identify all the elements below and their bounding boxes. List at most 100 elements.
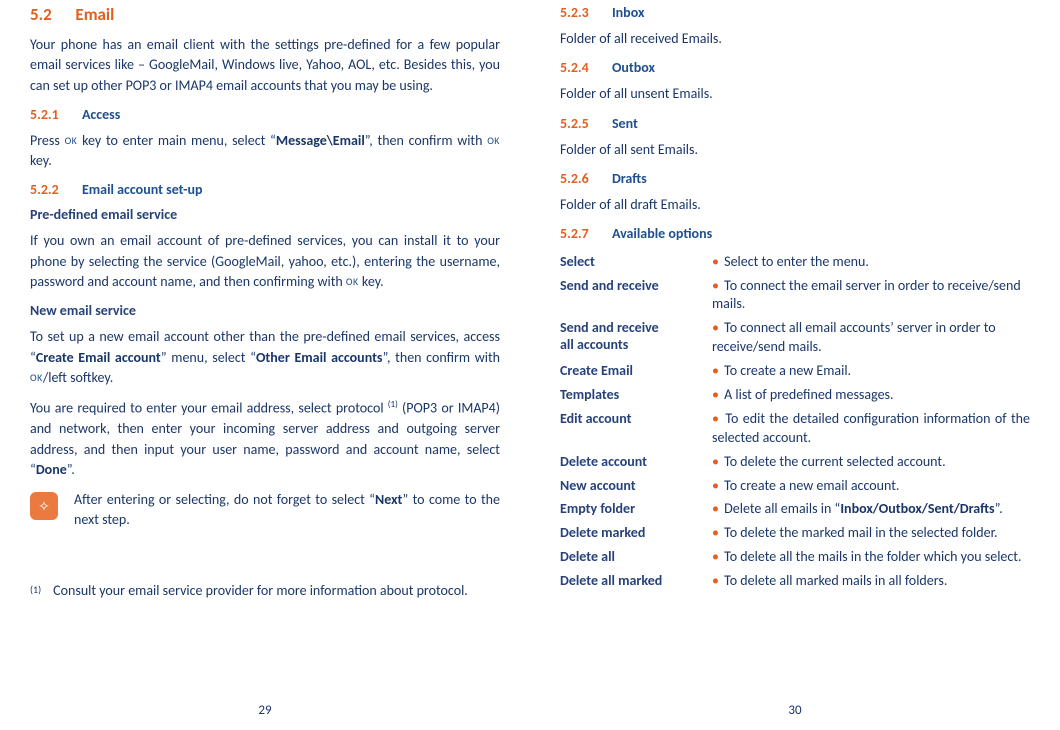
- ok-icon: OK: [487, 134, 500, 149]
- footnote: (1) Consult your email service provider …: [30, 581, 500, 601]
- text-part: To create a new Email.: [724, 362, 851, 379]
- bullet-icon: •: [712, 524, 719, 541]
- folders-bold: Inbox/Outbox/Sent/Drafts: [840, 500, 994, 517]
- option-desc: • A list of predefined messages.: [712, 384, 1030, 408]
- option-label: Select: [560, 250, 712, 274]
- outbox-desc: Folder of all unsent Emails.: [560, 84, 1030, 104]
- intro-paragraph: Your phone has an email client with the …: [30, 35, 500, 96]
- option-desc: • To create a new email account.: [712, 474, 1030, 498]
- subheading-5-2-2: 5.2.2 Email account set-up: [30, 181, 500, 198]
- subheading-5-2-3: 5.2.3 Inbox: [560, 4, 1030, 21]
- bullet-icon: •: [712, 319, 719, 336]
- page-left: 5.2 Email Your phone has an email client…: [0, 0, 530, 730]
- footnote-text: Consult your email service provider for …: [53, 581, 468, 601]
- bullet-icon: •: [712, 572, 719, 589]
- new-service-p2: You are required to enter your email add…: [30, 398, 500, 480]
- page-number-right: 30: [530, 703, 1060, 718]
- option-label: Edit account: [560, 407, 712, 450]
- text-part: To create a new email account.: [724, 477, 899, 494]
- table-row: Empty folder • Delete all emails in “Inb…: [560, 498, 1030, 522]
- option-label: New account: [560, 474, 712, 498]
- sub-title: Available options: [612, 225, 712, 242]
- text-part: If you own an email account of pre-defin…: [30, 232, 500, 290]
- bullet-icon: •: [712, 362, 719, 379]
- table-row: Select • Select to enter the menu.: [560, 250, 1030, 274]
- option-label: Send and receive: [560, 274, 712, 317]
- option-desc: • To connect all email accounts’ server …: [712, 317, 1030, 360]
- table-row: Templates • A list of predefined message…: [560, 384, 1030, 408]
- table-row: Send and receive • To connect the email …: [560, 274, 1030, 317]
- option-desc: • Select to enter the menu.: [712, 250, 1030, 274]
- text-part: Press: [30, 132, 65, 149]
- sub-num: 5.2.3: [560, 4, 589, 21]
- options-table: Select • Select to enter the menu. Send …: [560, 250, 1030, 593]
- lightbulb-icon: ✧: [38, 498, 50, 515]
- next-label: Next: [375, 491, 402, 508]
- section-num: 5.2: [30, 4, 52, 25]
- text-part: all accounts: [560, 336, 628, 353]
- page-right: 5.2.3 Inbox Folder of all received Email…: [530, 0, 1060, 730]
- option-desc: • To delete the current selected account…: [712, 450, 1030, 474]
- bullet-icon: •: [712, 500, 719, 517]
- text-part: To connect the email server in order to …: [712, 277, 1021, 313]
- subheading-5-2-1: 5.2.1 Access: [30, 106, 500, 123]
- bullet-icon: •: [712, 548, 719, 565]
- section-title: Email: [75, 4, 114, 25]
- option-desc: • Delete all emails in “Inbox/Outbox/Sen…: [712, 498, 1030, 522]
- sent-desc: Folder of all sent Emails.: [560, 140, 1030, 160]
- table-row: Delete all marked • To delete all marked…: [560, 570, 1030, 594]
- text-part: Select to enter the menu.: [724, 253, 869, 270]
- sub-num: 5.2.4: [560, 59, 589, 76]
- sub-title: Email account set-up: [82, 181, 203, 198]
- sub-title: Sent: [612, 115, 638, 132]
- bullet-icon: •: [712, 253, 719, 270]
- text-part: key.: [362, 273, 384, 290]
- option-label: Delete all marked: [560, 570, 712, 594]
- new-service-p1: To set up a new email account other than…: [30, 327, 500, 388]
- table-row: Send and receive all accounts • To conne…: [560, 317, 1030, 360]
- text-part: key.: [30, 152, 52, 169]
- tip-icon: ✧: [30, 492, 58, 520]
- option-desc: • To delete all the mails in the folder …: [712, 546, 1030, 570]
- table-row: New account • To create a new email acco…: [560, 474, 1030, 498]
- table-row: Create Email • To create a new Email.: [560, 360, 1030, 384]
- new-service-label: New email service: [30, 302, 500, 319]
- note-text: After entering or selecting, do not forg…: [74, 490, 500, 531]
- option-desc: • To edit the detailed configuration inf…: [712, 407, 1030, 450]
- subheading-5-2-6: 5.2.6 Drafts: [560, 170, 1030, 187]
- sub-title: Drafts: [612, 170, 647, 187]
- drafts-desc: Folder of all draft Emails.: [560, 195, 1030, 215]
- option-label: Templates: [560, 384, 712, 408]
- done-label: Done: [36, 461, 67, 478]
- option-desc: • To create a new Email.: [712, 360, 1030, 384]
- bullet-icon: •: [712, 277, 719, 294]
- table-row: Delete marked • To delete the marked mai…: [560, 522, 1030, 546]
- text-part: After entering or selecting, do not forg…: [74, 491, 375, 508]
- ok-icon: OK: [30, 371, 43, 386]
- text-part: ”, then confirm with: [383, 349, 500, 366]
- text-part: Delete all emails in “: [724, 500, 840, 517]
- predefined-paragraph: If you own an email account of pre-defin…: [30, 231, 500, 292]
- table-row: Delete account • To delete the current s…: [560, 450, 1030, 474]
- subheading-5-2-5: 5.2.5 Sent: [560, 115, 1030, 132]
- pages-container: 5.2 Email Your phone has an email client…: [0, 0, 1060, 730]
- table-row: Delete all • To delete all the mails in …: [560, 546, 1030, 570]
- text-part: /left softkey.: [43, 369, 113, 386]
- option-label: Empty folder: [560, 498, 712, 522]
- option-label: Delete all: [560, 546, 712, 570]
- option-desc: • To delete the marked mail in the selec…: [712, 522, 1030, 546]
- bullet-icon: •: [712, 410, 719, 427]
- table-row: Edit account • To edit the detailed conf…: [560, 407, 1030, 450]
- text-part: ” menu, select “: [161, 349, 256, 366]
- bullet-icon: •: [712, 477, 719, 494]
- predefined-label: Pre-defined email service: [30, 206, 500, 223]
- text-part: To delete the marked mail in the selecte…: [724, 524, 997, 541]
- ok-icon: OK: [65, 134, 78, 149]
- text-part: ”, then confirm with: [365, 132, 487, 149]
- page-number-left: 29: [0, 703, 530, 718]
- option-label: Create Email: [560, 360, 712, 384]
- access-paragraph: Press OK key to enter main menu, select …: [30, 131, 500, 172]
- sub-num: 5.2.1: [30, 106, 59, 123]
- text-part: A list of predefined messages.: [724, 386, 893, 403]
- footnote-marker: (1): [30, 581, 41, 601]
